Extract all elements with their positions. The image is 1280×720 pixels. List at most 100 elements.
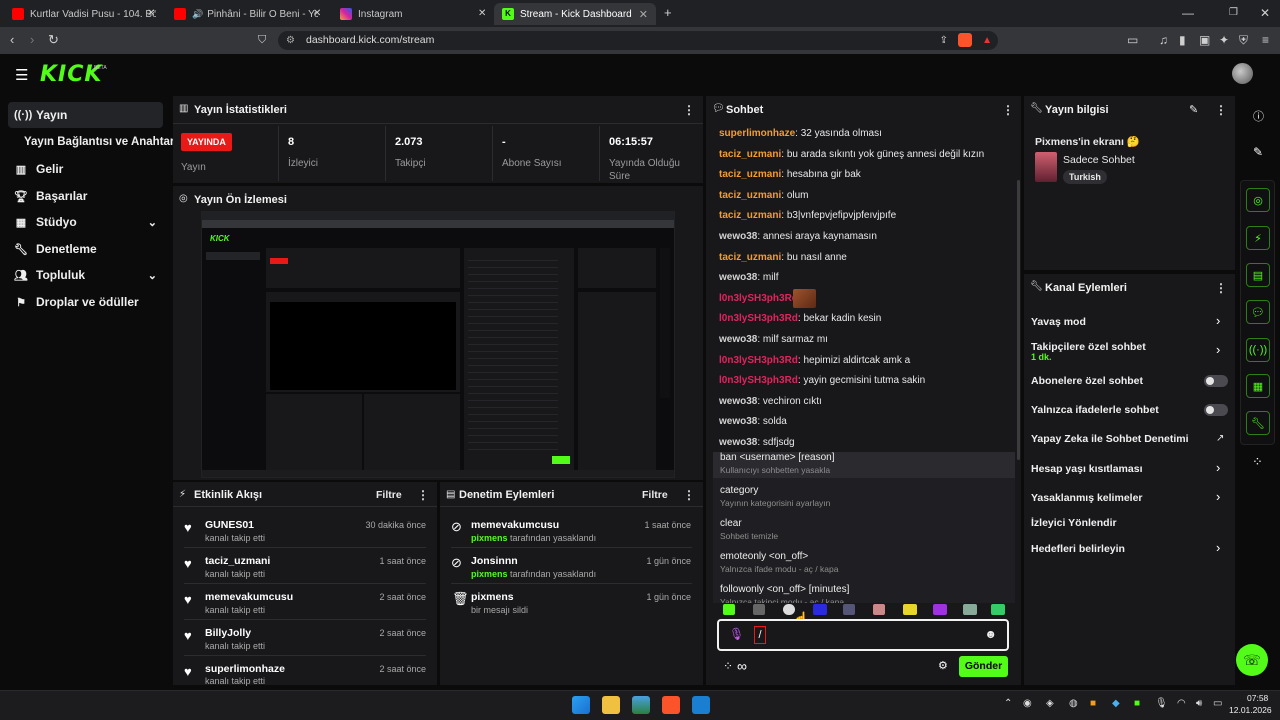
action-slow-mode[interactable]: Yavaş mod	[1031, 316, 1086, 328]
site-info-icon[interactable]: ⚙	[286, 31, 295, 50]
chevron-right-icon[interactable]: ›	[1216, 313, 1220, 328]
tab-instagram[interactable]: Instagram	[332, 3, 492, 25]
chevron-right-icon[interactable]: ›	[1216, 489, 1220, 504]
back-icon[interactable]: ‹	[10, 33, 14, 47]
reload-icon[interactable]: ↻	[48, 33, 59, 47]
tab-pinhani[interactable]: 🔊 Pinhâni - Bilir O Beni - YouTube	[166, 3, 326, 25]
emote-icon[interactable]	[813, 604, 827, 615]
stream-info-menu-icon[interactable]: ⋮	[1215, 103, 1227, 117]
community-points-icon[interactable]: ⁘	[1252, 454, 1263, 470]
emoji-icon[interactable]: ☻	[984, 627, 997, 641]
emote-icon[interactable]	[933, 604, 947, 615]
action-emote-only[interactable]: Yalnızca ifadelerle sohbet	[1031, 404, 1159, 416]
action-raid[interactable]: İzleyici Yönlendir	[1031, 517, 1117, 529]
send-button[interactable]: Gönder	[959, 656, 1008, 677]
sidebar-item-denetleme[interactable]: 🔧︎ Denetleme	[8, 236, 163, 262]
app-icon[interactable]	[692, 696, 710, 714]
share-icon[interactable]: ⇪	[940, 31, 948, 50]
close-tab-icon[interactable]: ✕	[313, 7, 321, 21]
chat-scrollbar[interactable]	[1017, 180, 1020, 460]
clock-date[interactable]: 12.01.2026	[1229, 705, 1272, 715]
emote-icon[interactable]	[723, 604, 735, 615]
emote-icon[interactable]	[903, 604, 917, 615]
maximize-icon[interactable]: ❐	[1229, 6, 1238, 20]
chevron-right-icon[interactable]: ›	[1216, 460, 1220, 475]
chat-username[interactable]: wewo38	[719, 334, 757, 345]
action-subscribers-only[interactable]: Abonelere özel sohbet	[1031, 375, 1143, 387]
volume-icon[interactable]: 🔊︎	[1196, 698, 1202, 709]
tab-kurtlar-vadisi[interactable]: Kurtlar Vadisi Pusu - 104. Bölüm FULL	[4, 3, 164, 25]
chat-username[interactable]: l0n3lySH3ph3Rd	[719, 355, 798, 366]
tray-app-icon[interactable]: ◆	[1112, 698, 1120, 709]
chat-username[interactable]: l0n3lySH3ph3Rd	[719, 313, 798, 324]
close-window-icon[interactable]: ✕	[1260, 6, 1270, 20]
chat-username[interactable]: wewo38	[719, 416, 757, 427]
moderation-target[interactable]: pixmens	[471, 591, 514, 603]
rail-preview-button[interactable]: ◎	[1246, 188, 1270, 212]
wifi-icon[interactable]: ◠	[1177, 698, 1186, 709]
command-name[interactable]: ban <username> [reason]	[720, 452, 835, 463]
action-ai-moderation[interactable]: Yapay Zeka ile Sohbet Denetimi	[1031, 433, 1189, 445]
brave-browser-icon[interactable]	[662, 696, 680, 714]
action-banned-words[interactable]: Yasaklanmış kelimeler	[1031, 492, 1143, 504]
chat-settings-icon[interactable]: ⚙	[938, 659, 948, 672]
chat-username[interactable]: wewo38	[719, 437, 757, 448]
rail-tools-button[interactable]: 🔧︎	[1246, 411, 1270, 435]
stream-preview-video[interactable]: KICK	[201, 211, 675, 478]
emote-icon[interactable]	[843, 604, 855, 615]
stream-category[interactable]: Sadece Sohbet	[1063, 154, 1135, 166]
tray-app-icon[interactable]: ■	[1090, 698, 1096, 709]
activity-user[interactable]: taciz_uzmani	[205, 555, 270, 567]
command-name[interactable]: followonly <on_off> [minutes]	[720, 584, 849, 595]
moderation-target[interactable]: Jonsinnn	[471, 555, 518, 567]
subscribers-only-toggle[interactable]	[1204, 375, 1228, 387]
emote-icon[interactable]	[873, 604, 885, 615]
chat-username[interactable]: l0n3lySH3ph3Rd	[719, 375, 798, 386]
chevron-down-icon[interactable]: ⌄	[148, 216, 157, 229]
tray-app-icon[interactable]: ◈	[1046, 698, 1054, 709]
minimize-icon[interactable]: —	[1182, 6, 1194, 20]
chevron-down-icon[interactable]: ⌄	[148, 269, 157, 282]
chat-username[interactable]: taciz_uzmani	[719, 190, 781, 201]
chat-username[interactable]: wewo38	[719, 396, 757, 407]
sidebar-item-basarilar[interactable]: 🏆︎ Başarılar	[8, 183, 163, 209]
chat-username[interactable]: taciz_uzmani	[719, 252, 781, 263]
info-icon[interactable]: ⓘ	[1253, 108, 1264, 124]
chat-input[interactable]: 🎙︎ / ☻	[717, 619, 1009, 651]
chat-username[interactable]: l0n3lySH3ph3Rd	[719, 293, 798, 304]
bookmark-icon[interactable]: ⛉	[258, 33, 266, 47]
sidebar-item-studyo[interactable]: ▦ Stüdyo ⌄	[8, 209, 163, 235]
stats-menu-icon[interactable]: ⋮	[683, 103, 695, 117]
sidebar-item-topluluk[interactable]: 👥︎ Topluluk ⌄	[8, 262, 163, 288]
activity-menu-icon[interactable]: ⋮	[417, 488, 429, 502]
close-tab-icon[interactable]: ✕	[639, 8, 648, 21]
infinity-icon[interactable]: ∞	[737, 658, 747, 674]
rail-moderation-button[interactable]: ▤	[1246, 263, 1270, 287]
sidebar-item-gelir[interactable]: ▥ Gelir	[8, 156, 163, 182]
activity-user[interactable]: superlimonhaze	[205, 663, 285, 675]
close-tab-icon[interactable]: ✕	[478, 7, 486, 21]
chat-username[interactable]: superlimonhaze	[719, 128, 795, 139]
chat-username[interactable]: taciz_uzmani	[719, 149, 781, 160]
chat-username[interactable]: taciz_uzmani	[719, 169, 781, 180]
rail-chat-button[interactable]: 💬︎	[1246, 300, 1270, 324]
microphone-tray-icon[interactable]: 🎙︎	[1155, 698, 1168, 709]
external-link-icon[interactable]: ↗	[1216, 433, 1224, 444]
windows-start-icon[interactable]	[572, 696, 590, 714]
command-name[interactable]: category	[720, 485, 758, 496]
media-icon[interactable]: ♫	[1159, 33, 1168, 47]
support-chat-button[interactable]: ☏	[1236, 644, 1268, 676]
forward-icon[interactable]: ›	[30, 33, 34, 47]
avatar[interactable]	[1232, 63, 1253, 84]
rail-broadcast-button[interactable]: ((·))	[1246, 338, 1270, 362]
chat-username[interactable]: wewo38	[719, 272, 757, 283]
url-field[interactable]: ⚙ dashboard.kick.com/stream ⇪ ▲	[278, 31, 998, 50]
wallet-icon[interactable]: ▣	[1199, 33, 1210, 47]
vpn-icon[interactable]: ⛨	[1239, 33, 1248, 47]
photos-icon[interactable]	[632, 696, 650, 714]
moderator-name[interactable]: pixmens	[471, 533, 508, 543]
command-name[interactable]: clear	[720, 518, 742, 529]
chevron-right-icon[interactable]: ›	[1216, 342, 1220, 357]
category-thumbnail[interactable]	[1035, 152, 1057, 182]
chat-menu-icon[interactable]: ⋮	[1002, 103, 1014, 117]
